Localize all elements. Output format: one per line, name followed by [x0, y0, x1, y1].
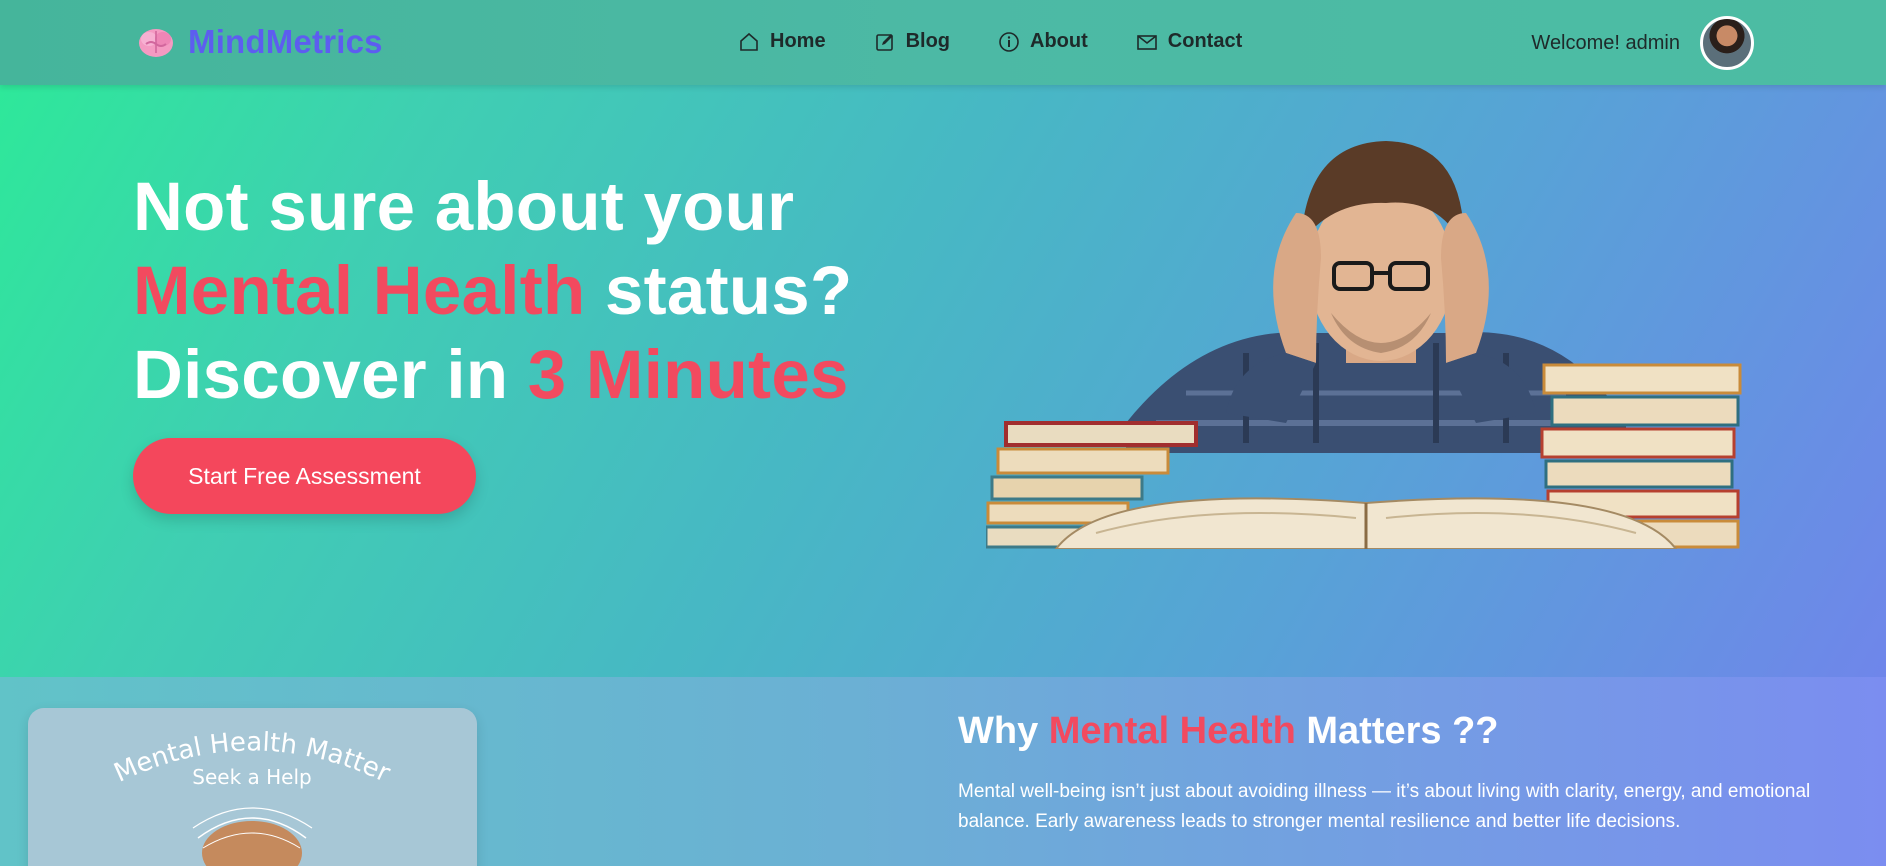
hero-line-1: Not sure about your [133, 168, 795, 245]
why-title: Why Mental Health Matters ?? [958, 710, 1499, 753]
why-title-accent: Mental Health [1048, 710, 1296, 752]
poster-illustration: Mental Health Matter Seek a Help [110, 727, 395, 866]
home-icon [740, 32, 758, 51]
stressed-student-illustration [986, 141, 1742, 549]
hero-section: Not sure about your Mental Health status… [0, 85, 1886, 677]
poster-card: Mental Health Matter Seek a Help [28, 708, 477, 866]
envelope-icon [1136, 34, 1157, 50]
hero-accent-mental-health: Mental Health [133, 252, 586, 329]
nav-item-about[interactable]: About [998, 30, 1088, 53]
hero-line-2-rest: status? [585, 252, 853, 329]
welcome-text: Welcome! admin [1531, 31, 1680, 54]
why-title-start: Why [958, 710, 1049, 752]
start-assessment-button[interactable]: Start Free Assessment [133, 438, 476, 514]
info-icon [999, 31, 1019, 52]
avatar[interactable] [1700, 16, 1754, 70]
nav-item-blog[interactable]: Blog [874, 30, 950, 53]
poster-subtitle: Seek a Help [192, 765, 311, 789]
brand-name: MindMetrics [188, 23, 383, 60]
user-area: Welcome! admin [1531, 16, 1754, 70]
brain-icon [139, 29, 173, 57]
nav-label: Contact [1167, 30, 1243, 52]
why-body-text: Mental well-being isn’t just about avoid… [958, 781, 1811, 832]
hero-line-3-start: Discover in [133, 336, 528, 413]
nav-label: Home [770, 30, 826, 52]
nav-label: About [1030, 30, 1088, 52]
why-section: Mental Health Matter Seek a Help Why Men… [0, 677, 1886, 866]
nav-item-home[interactable]: Home [738, 30, 826, 53]
hero-title: Not sure about your Mental Health status… [133, 165, 852, 417]
top-navbar: MindMetrics Home Blog About Contact Welc… [0, 0, 1886, 85]
brand-logo[interactable]: MindMetrics [136, 22, 383, 62]
main-nav: Home Blog About Contact [738, 30, 1242, 53]
edit-icon [875, 33, 893, 51]
nav-item-contact[interactable]: Contact [1136, 30, 1242, 53]
hero-accent-3-minutes: 3 Minutes [527, 336, 849, 413]
why-title-end: Matters ?? [1295, 710, 1499, 752]
nav-label: Blog [905, 30, 951, 52]
